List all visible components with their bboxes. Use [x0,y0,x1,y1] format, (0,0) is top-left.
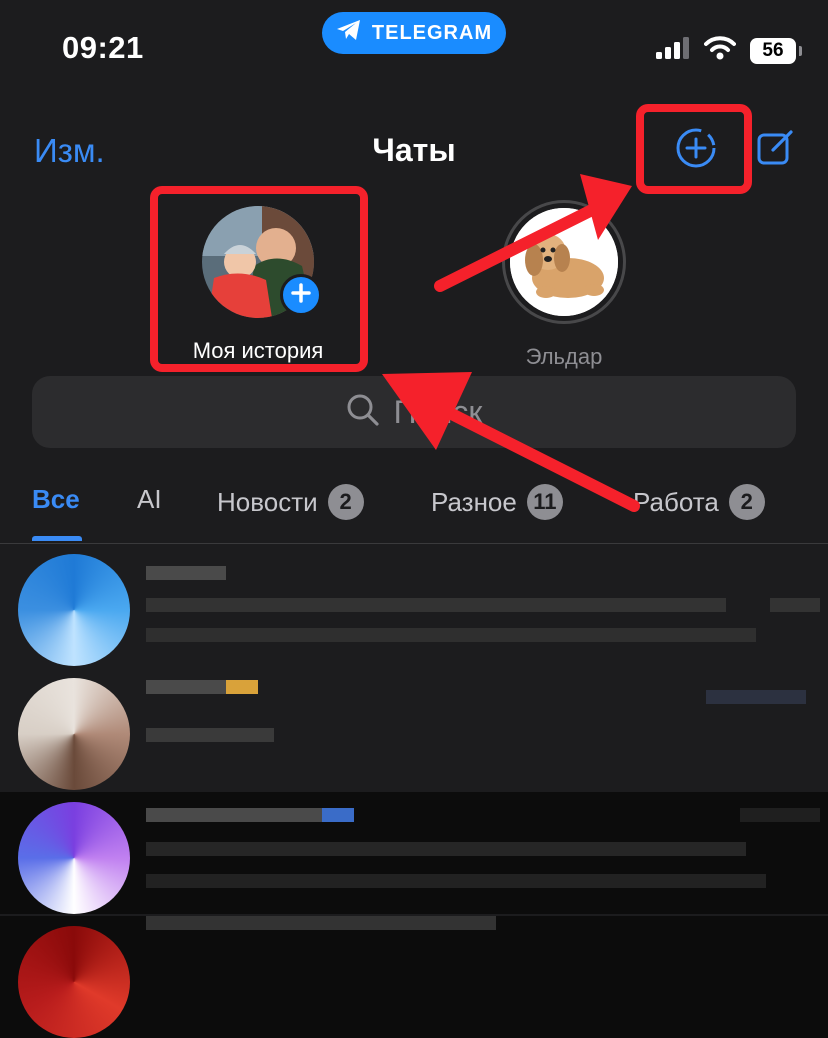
redacted-text [146,874,766,888]
edit-button[interactable]: Изм. [34,132,105,170]
plus-icon [290,282,312,309]
tab-label: Разное [431,486,517,517]
chat-avatar [18,926,130,1038]
redacted-text [146,628,756,642]
story-label-my: Моя история [192,338,324,363]
tab-work[interactable]: Работа 2 [633,484,765,520]
redacted-text [770,598,820,612]
redacted-text [740,808,820,822]
status-indicators: 56 [656,36,802,65]
compose-button[interactable] [752,126,800,174]
telegram-icon [336,19,362,47]
chat-row[interactable] [0,544,828,666]
eldar-avatar [510,208,618,316]
story-add-icon [674,126,718,175]
tab-misc[interactable]: Разное 11 [431,484,563,520]
tab-news[interactable]: Новости 2 [217,484,364,520]
tab-label: Все [32,484,80,514]
chat-row[interactable] [0,792,828,914]
search-placeholder: Поиск [393,393,483,430]
redacted-text [146,808,322,822]
wifi-icon [704,36,736,65]
chat-row[interactable] [0,916,828,1038]
redacted-text [146,566,226,580]
tab-label: AI [137,484,162,514]
redacted-text [146,916,496,930]
chat-list [0,544,828,1038]
unread-count-badge: 2 [728,484,765,520]
redacted-emoji [226,680,258,694]
chat-avatar [18,554,130,666]
unread-count-badge: 11 [526,484,563,520]
tab-ai[interactable]: AI [137,484,162,515]
story-label-eldar: Эльдар [525,344,603,369]
battery-indicator: 56 [750,37,802,64]
back-app-label: TELEGRAM [371,21,493,44]
redacted-text [146,842,746,856]
redacted-text [146,728,274,742]
tab-label: Новости [217,486,318,517]
active-tab-indicator [32,536,82,541]
redacted-emoji [322,808,354,822]
chat-avatar [18,678,130,790]
add-story-badge [280,274,322,316]
story-eldar[interactable]: Эльдар [472,200,656,370]
folder-tabs: Все AI Новости 2 Разное 11 Работа 2 [0,470,828,544]
signal-icon [656,37,690,64]
story-my[interactable]: Моя история [150,206,366,364]
unread-count-badge: 2 [327,484,364,520]
redacted-text [706,690,806,704]
redacted-text [146,598,726,612]
tab-all[interactable]: Все [32,484,80,515]
add-story-button[interactable] [666,125,726,175]
tab-label: Работа [633,486,719,517]
status-bar: 09:21 TELEGRAM 56 [0,0,828,100]
story-ring [502,200,626,324]
redacted-text [146,680,226,694]
back-to-app-pill[interactable]: TELEGRAM [322,12,506,54]
compose-icon [756,128,796,173]
chat-row[interactable] [0,668,828,790]
search-input[interactable]: Поиск [32,376,796,448]
status-time: 09:21 [62,30,144,65]
search-icon [346,393,380,432]
chat-avatar [18,802,130,914]
